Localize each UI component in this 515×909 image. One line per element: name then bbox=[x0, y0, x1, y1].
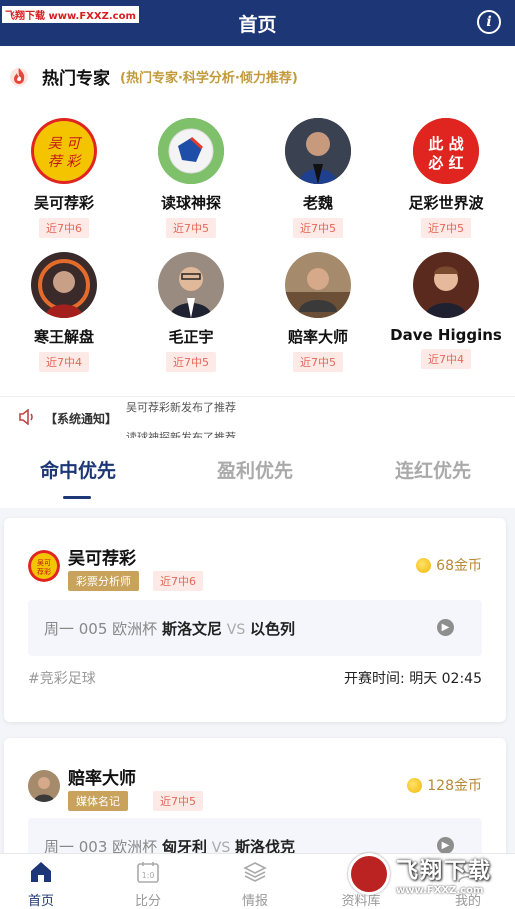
hit-rate-badge: 近7中5 bbox=[166, 352, 216, 372]
expert-item[interactable]: 吴 可荐 彩 吴可荐彩 近7中6 bbox=[4, 118, 124, 238]
avatar bbox=[285, 118, 351, 184]
expert-title-tag: 媒体名记 bbox=[68, 791, 128, 811]
section-header: 热门专家 (热门专家·科学分析·倾力推荐) bbox=[8, 64, 298, 89]
speaker-icon bbox=[19, 409, 33, 425]
nav-intel[interactable]: 情报 bbox=[215, 860, 295, 909]
hit-rate-badge: 近7中6 bbox=[153, 571, 203, 591]
chevron-right-icon[interactable]: ▶ bbox=[437, 619, 454, 636]
nav-scores[interactable]: 1:0 比分 bbox=[108, 860, 188, 909]
expert-item[interactable]: 此 战必 红 足彩世界波 近7中5 bbox=[386, 118, 506, 238]
price-label: 68金币 bbox=[436, 558, 482, 574]
hit-rate-badge: 近7中5 bbox=[293, 352, 343, 372]
notice-tag: 【系统通知】 bbox=[45, 412, 118, 426]
match-prefix: 周一 005 欧洲杯 bbox=[44, 620, 158, 638]
hit-rate-badge: 近7中5 bbox=[166, 218, 216, 238]
avatar bbox=[158, 252, 224, 318]
expert-name: 读球神探 bbox=[160, 194, 221, 212]
expert-item[interactable]: 寒王解盘 近7中4 bbox=[4, 252, 124, 372]
svg-text:荐彩: 荐彩 bbox=[37, 567, 51, 576]
hit-rate-badge: 近7中5 bbox=[153, 791, 203, 811]
watermark-top: 飞翔下载 www.FXXZ.com bbox=[2, 6, 139, 23]
expert-item[interactable]: 老魏 近7中5 bbox=[258, 118, 378, 238]
scoreboard-icon: 1:0 bbox=[137, 862, 159, 883]
recommendation-card[interactable]: 赔率大师 媒体名记 近7中5 128金币 周一 003 欧洲杯 匈牙利 VS 斯… bbox=[4, 738, 506, 874]
info-icon[interactable]: i bbox=[477, 10, 501, 34]
coin-icon bbox=[407, 777, 423, 793]
tab-streak-first[interactable]: 连红优先 bbox=[347, 456, 515, 483]
price: 128金币 bbox=[407, 775, 482, 795]
home-icon bbox=[31, 862, 51, 882]
watermark-title: 飞翔下载 bbox=[396, 858, 493, 884]
nav-home[interactable]: 首页 bbox=[1, 860, 81, 909]
expert-name: 足彩世界波 bbox=[408, 194, 484, 212]
expert-title-tag: 彩票分析师 bbox=[68, 571, 139, 591]
svg-text:吴可: 吴可 bbox=[37, 559, 51, 567]
avatar bbox=[158, 118, 224, 184]
expert-item[interactable]: Dave Higgins 近7中4 bbox=[386, 252, 506, 369]
avatar: 吴 可荐 彩 bbox=[31, 118, 97, 184]
expert-name: 吴可荐彩 bbox=[33, 194, 94, 212]
svg-text:荐 彩: 荐 彩 bbox=[48, 154, 82, 170]
expert-name: 赔率大师 bbox=[68, 769, 136, 789]
lottery-type: #竞彩足球 bbox=[28, 671, 96, 687]
avatar bbox=[31, 252, 97, 318]
avatar bbox=[413, 252, 479, 318]
active-tab-indicator bbox=[63, 496, 91, 499]
coin-icon bbox=[416, 557, 432, 573]
expert-name: 赔率大师 bbox=[287, 328, 348, 346]
ranking-tabs: 命中优先 盈利优先 连红优先 bbox=[0, 438, 515, 508]
avatar bbox=[285, 252, 351, 318]
notice-line: 吴可荐彩新发布了推荐 bbox=[126, 401, 236, 414]
expert-name: 毛正宇 bbox=[168, 328, 214, 346]
expert-name: 寒王解盘 bbox=[33, 328, 94, 346]
svg-text:1:0: 1:0 bbox=[142, 871, 155, 880]
watermark-logo: 飞翔下载 www.FXXZ.com bbox=[348, 852, 508, 896]
hit-rate-badge: 近7中4 bbox=[39, 352, 89, 372]
avatar bbox=[28, 770, 60, 802]
svg-text:必 红: 必 红 bbox=[427, 154, 463, 172]
expert-name: Dave Higgins bbox=[390, 326, 502, 344]
flame-icon bbox=[10, 68, 28, 86]
hit-rate-badge: 近7中5 bbox=[421, 218, 471, 238]
hot-experts-section: 热门专家 (热门专家·科学分析·倾力推荐) 吴 可荐 彩 吴可荐彩 近7中6 读… bbox=[0, 46, 515, 396]
recommendation-card[interactable]: 吴可 荐彩 吴可荐彩 彩票分析师 近7中6 68金币 周一 005 欧洲杯 斯洛文… bbox=[4, 518, 506, 722]
layers-icon bbox=[243, 862, 267, 882]
svg-text:吴 可: 吴 可 bbox=[48, 136, 82, 152]
away-team: 以色列 bbox=[250, 620, 296, 638]
watermark-url: www.FXXZ.com bbox=[396, 884, 484, 896]
tab-hit-first[interactable]: 命中优先 bbox=[0, 456, 164, 483]
hit-rate-badge: 近7中5 bbox=[293, 218, 343, 238]
section-title: 热门专家 bbox=[42, 68, 110, 89]
system-notice-bar[interactable]: 【系统通知】 吴可荐彩新发布了推荐 读球神探新发布了推荐 bbox=[0, 396, 515, 444]
section-subtitle: (热门专家·科学分析·倾力推荐) bbox=[120, 70, 298, 86]
price: 68金币 bbox=[416, 555, 482, 575]
avatar: 吴可 荐彩 bbox=[28, 550, 60, 582]
match-row[interactable]: 周一 005 欧洲杯 斯洛文尼 VS 以色列 ▶ bbox=[28, 600, 482, 656]
expert-name: 老魏 bbox=[302, 194, 333, 212]
tab-profit-first[interactable]: 盈利优先 bbox=[169, 456, 341, 483]
vs-label: VS bbox=[226, 622, 246, 638]
kickoff-time: 开赛时间: 明天 02:45 bbox=[344, 671, 482, 687]
hit-rate-badge: 近7中6 bbox=[39, 218, 89, 238]
expert-name: 吴可荐彩 bbox=[68, 549, 136, 569]
price-label: 128金币 bbox=[427, 778, 482, 794]
expert-item[interactable]: 毛正宇 近7中5 bbox=[131, 252, 251, 372]
nav-label: 首页 bbox=[27, 894, 54, 909]
home-team: 斯洛文尼 bbox=[161, 620, 222, 638]
nav-label: 比分 bbox=[134, 894, 161, 909]
expert-item[interactable]: 赔率大师 近7中5 bbox=[258, 252, 378, 372]
hit-rate-badge: 近7中4 bbox=[421, 349, 471, 369]
match-text: 周一 005 欧洲杯 斯洛文尼 VS 以色列 bbox=[44, 618, 295, 639]
expert-item[interactable]: 读球神探 近7中5 bbox=[131, 118, 251, 238]
nav-label: 情报 bbox=[241, 894, 268, 909]
watermark-text: 飞翔下载 www.FXXZ.com bbox=[396, 853, 492, 896]
svg-text:此 战: 此 战 bbox=[428, 135, 463, 153]
watermark-emblem-icon bbox=[348, 853, 390, 895]
avatar: 此 战必 红 bbox=[413, 118, 479, 184]
